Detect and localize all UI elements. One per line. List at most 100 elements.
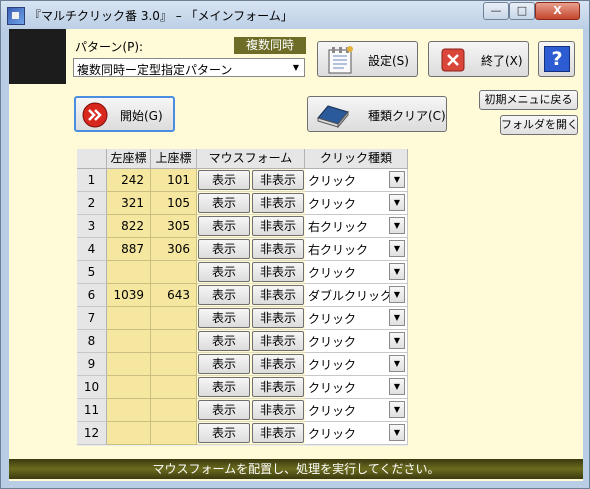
chevron-down-icon[interactable]: ▼ (389, 378, 405, 395)
show-form-button[interactable]: 表示 (198, 285, 250, 305)
minimize-button[interactable]: — (483, 2, 509, 20)
show-form-button[interactable]: 表示 (198, 193, 250, 213)
open-folder-button[interactable]: フォルダを開く (500, 115, 578, 135)
mouse-form-cell: 表示 非表示 (197, 422, 305, 445)
left-coordinate-cell[interactable]: 822 (107, 215, 151, 238)
click-type-select[interactable]: クリック ▼ (305, 192, 408, 215)
start-button[interactable]: 開始(G) (74, 96, 175, 132)
maximize-button[interactable]: □ (509, 2, 535, 20)
hide-form-button[interactable]: 非表示 (252, 308, 304, 328)
click-type-select[interactable]: クリック ▼ (305, 376, 408, 399)
top-coordinate-cell[interactable] (151, 330, 197, 353)
left-coordinate-cell[interactable] (107, 422, 151, 445)
left-coordinate-cell[interactable]: 887 (107, 238, 151, 261)
hide-form-button[interactable]: 非表示 (252, 262, 304, 282)
chevron-down-icon[interactable]: ▼ (389, 171, 405, 188)
hide-form-button[interactable]: 非表示 (252, 423, 304, 443)
click-type-select[interactable]: 右クリック ▼ (305, 238, 408, 261)
hide-form-button[interactable]: 非表示 (252, 216, 304, 236)
main-window: 『マルチクリック番 3.0』 – 「メインフォーム」 — □ X パターン(P)… (0, 0, 590, 489)
top-coordinate-cell[interactable] (151, 261, 197, 284)
show-form-button[interactable]: 表示 (198, 239, 250, 259)
top-coordinate-cell[interactable]: 101 (151, 169, 197, 192)
show-form-button[interactable]: 表示 (198, 262, 250, 282)
chevron-down-icon[interactable]: ▼ (389, 355, 405, 372)
click-type-value: クリック (308, 404, 357, 418)
click-type-select[interactable]: クリック ▼ (305, 330, 408, 353)
left-coordinate-cell[interactable] (107, 376, 151, 399)
pattern-select-value: 複数同時ー定型指定パターン (77, 63, 233, 77)
left-coordinate-cell[interactable] (107, 307, 151, 330)
chevron-down-icon[interactable]: ▼ (389, 401, 405, 418)
settings-button[interactable]: 設定(S) (317, 41, 418, 77)
mouse-form-cell: 表示 非表示 (197, 192, 305, 215)
show-form-button[interactable]: 表示 (198, 170, 250, 190)
chevron-down-icon[interactable]: ▼ (389, 240, 405, 257)
click-type-value: クリック (308, 358, 357, 372)
click-type-select[interactable]: クリック ▼ (305, 169, 408, 192)
show-form-button[interactable]: 表示 (198, 216, 250, 236)
pattern-select[interactable]: 複数同時ー定型指定パターン ▼ (73, 58, 305, 77)
preview-box (9, 29, 66, 84)
show-form-button[interactable]: 表示 (198, 423, 250, 443)
top-coordinate-cell[interactable]: 105 (151, 192, 197, 215)
header-mouse-form: マウスフォーム (197, 149, 305, 169)
app-icon[interactable] (7, 7, 25, 25)
hide-form-button[interactable]: 非表示 (252, 354, 304, 374)
row-number: 3 (77, 215, 107, 238)
click-type-select[interactable]: クリック ▼ (305, 353, 408, 376)
chevron-down-icon[interactable]: ▼ (389, 217, 405, 234)
reset-menu-button[interactable]: 初期メニュに戻る (479, 90, 578, 110)
top-coordinate-cell[interactable] (151, 353, 197, 376)
hide-form-button[interactable]: 非表示 (252, 377, 304, 397)
hide-form-button[interactable]: 非表示 (252, 170, 304, 190)
top-coordinate-cell[interactable] (151, 422, 197, 445)
pattern-label: パターン(P): (75, 40, 144, 54)
show-form-button[interactable]: 表示 (198, 308, 250, 328)
hide-form-button[interactable]: 非表示 (252, 400, 304, 420)
show-form-button[interactable]: 表示 (198, 331, 250, 351)
hide-form-button[interactable]: 非表示 (252, 285, 304, 305)
left-coordinate-cell[interactable]: 321 (107, 192, 151, 215)
top-coordinate-cell[interactable] (151, 399, 197, 422)
click-type-value: クリック (308, 427, 357, 441)
click-type-select[interactable]: クリック ▼ (305, 399, 408, 422)
chevron-down-icon[interactable]: ▼ (389, 263, 405, 280)
click-type-select[interactable]: 右クリック ▼ (305, 215, 408, 238)
chevron-down-icon[interactable]: ▼ (389, 309, 405, 326)
left-coordinate-cell[interactable]: 242 (107, 169, 151, 192)
top-coordinate-cell[interactable] (151, 307, 197, 330)
top-coordinate-cell[interactable]: 306 (151, 238, 197, 261)
chevron-down-icon[interactable]: ▼ (288, 59, 304, 76)
top-coordinate-cell[interactable]: 643 (151, 284, 197, 307)
left-coordinate-cell[interactable] (107, 353, 151, 376)
click-type-select[interactable]: クリック ▼ (305, 261, 408, 284)
mouse-form-grid: 左座標 上座標 マウスフォーム クリック種類 1 242 101 表示 非表示 クリック ▼… (77, 149, 408, 446)
hide-form-button[interactable]: 非表示 (252, 239, 304, 259)
show-form-button[interactable]: 表示 (198, 354, 250, 374)
chevron-down-icon[interactable]: ▼ (389, 424, 405, 441)
left-coordinate-cell[interactable] (107, 261, 151, 284)
chevron-down-icon[interactable]: ▼ (389, 194, 405, 211)
left-coordinate-cell[interactable] (107, 399, 151, 422)
top-coordinate-cell[interactable] (151, 376, 197, 399)
chevron-down-icon[interactable]: ▼ (389, 286, 405, 303)
show-form-button[interactable]: 表示 (198, 400, 250, 420)
left-coordinate-cell[interactable] (107, 330, 151, 353)
top-coordinate-cell[interactable]: 305 (151, 215, 197, 238)
header-left: 左座標 (107, 149, 151, 169)
click-type-select[interactable]: クリック ▼ (305, 422, 408, 445)
help-button[interactable]: ? (538, 41, 575, 77)
left-coordinate-cell[interactable]: 1039 (107, 284, 151, 307)
chevron-down-icon[interactable]: ▼ (389, 332, 405, 349)
exit-button[interactable]: 終了(X) (428, 41, 529, 77)
status-bar: マウスフォームを配置し、処理を実行してください。 (9, 459, 583, 479)
click-type-select[interactable]: クリック ▼ (305, 307, 408, 330)
show-form-button[interactable]: 表示 (198, 377, 250, 397)
click-type-value: 右クリック (308, 243, 369, 257)
clear-types-button[interactable]: 種類クリア(C) (307, 96, 447, 132)
hide-form-button[interactable]: 非表示 (252, 193, 304, 213)
hide-form-button[interactable]: 非表示 (252, 331, 304, 351)
click-type-select[interactable]: ダブルクリック ▼ (305, 284, 408, 307)
close-button[interactable]: X (535, 2, 580, 20)
